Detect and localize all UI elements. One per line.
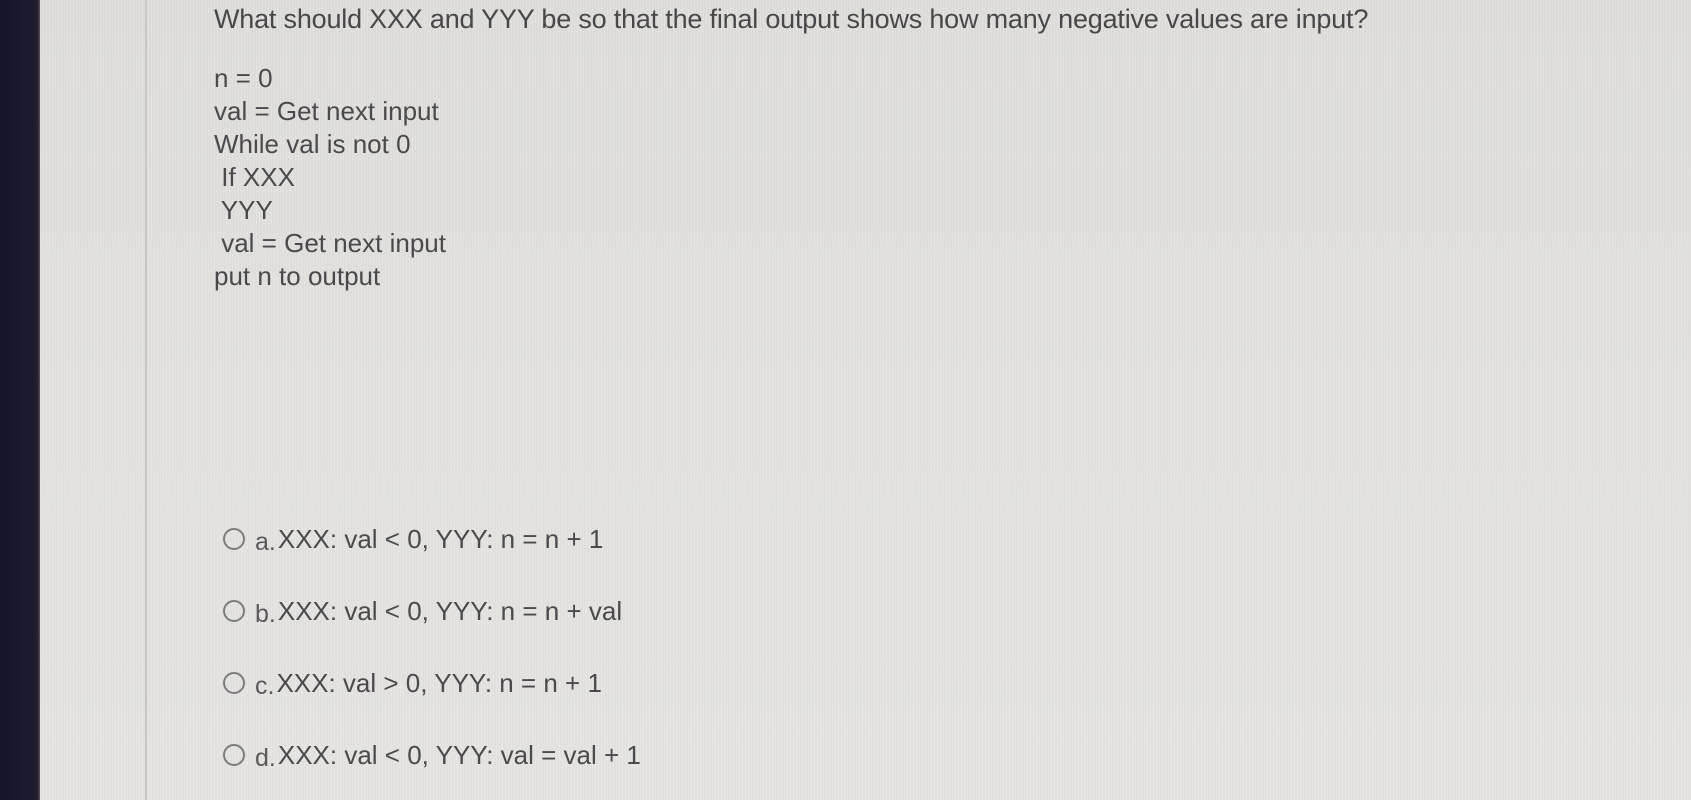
left-panel-divider: [145, 0, 147, 800]
option-letter: a.: [255, 527, 276, 556]
radio-button-b[interactable]: [223, 600, 245, 622]
code-line: val = Get next input: [214, 228, 446, 258]
option-letter: b.: [255, 599, 276, 628]
option-c[interactable]: c. XXX: val > 0, YYY: n = n + 1: [223, 663, 641, 703]
option-text: XXX: val < 0, YYY: n = n + 1: [277, 523, 604, 554]
radio-button-a[interactable]: [223, 528, 245, 550]
code-line: n = 0: [214, 63, 273, 93]
pseudocode-block: n = 0 val = Get next input While val is …: [214, 62, 446, 293]
option-text: XXX: val < 0, YYY: n = n + val: [277, 595, 623, 626]
option-text: XXX: val > 0, YYY: n = n + 1: [276, 667, 602, 698]
code-line: If XXX: [214, 162, 295, 192]
radio-button-c[interactable]: [223, 672, 245, 694]
monitor-bezel: [0, 0, 40, 800]
code-line: YYY: [214, 195, 273, 225]
radio-button-d[interactable]: [223, 744, 245, 766]
option-letter: c.: [255, 671, 275, 700]
option-a[interactable]: a. XXX: val < 0, YYY: n = n + 1: [223, 519, 641, 559]
option-d[interactable]: d. XXX: val < 0, YYY: val = val + 1: [223, 735, 641, 775]
option-b[interactable]: b. XXX: val < 0, YYY: n = n + val: [223, 591, 641, 631]
code-line: While val is not 0: [214, 129, 411, 159]
code-line: val = Get next input: [214, 96, 439, 126]
question-prompt: What should XXX and YYY be so that the f…: [214, 4, 1369, 34]
option-text: XXX: val < 0, YYY: val = val + 1: [277, 739, 641, 770]
option-letter: d.: [255, 743, 276, 772]
code-line: put n to output: [214, 261, 381, 291]
answer-options: a. XXX: val < 0, YYY: n = n + 1 b. XXX: …: [223, 519, 641, 800]
